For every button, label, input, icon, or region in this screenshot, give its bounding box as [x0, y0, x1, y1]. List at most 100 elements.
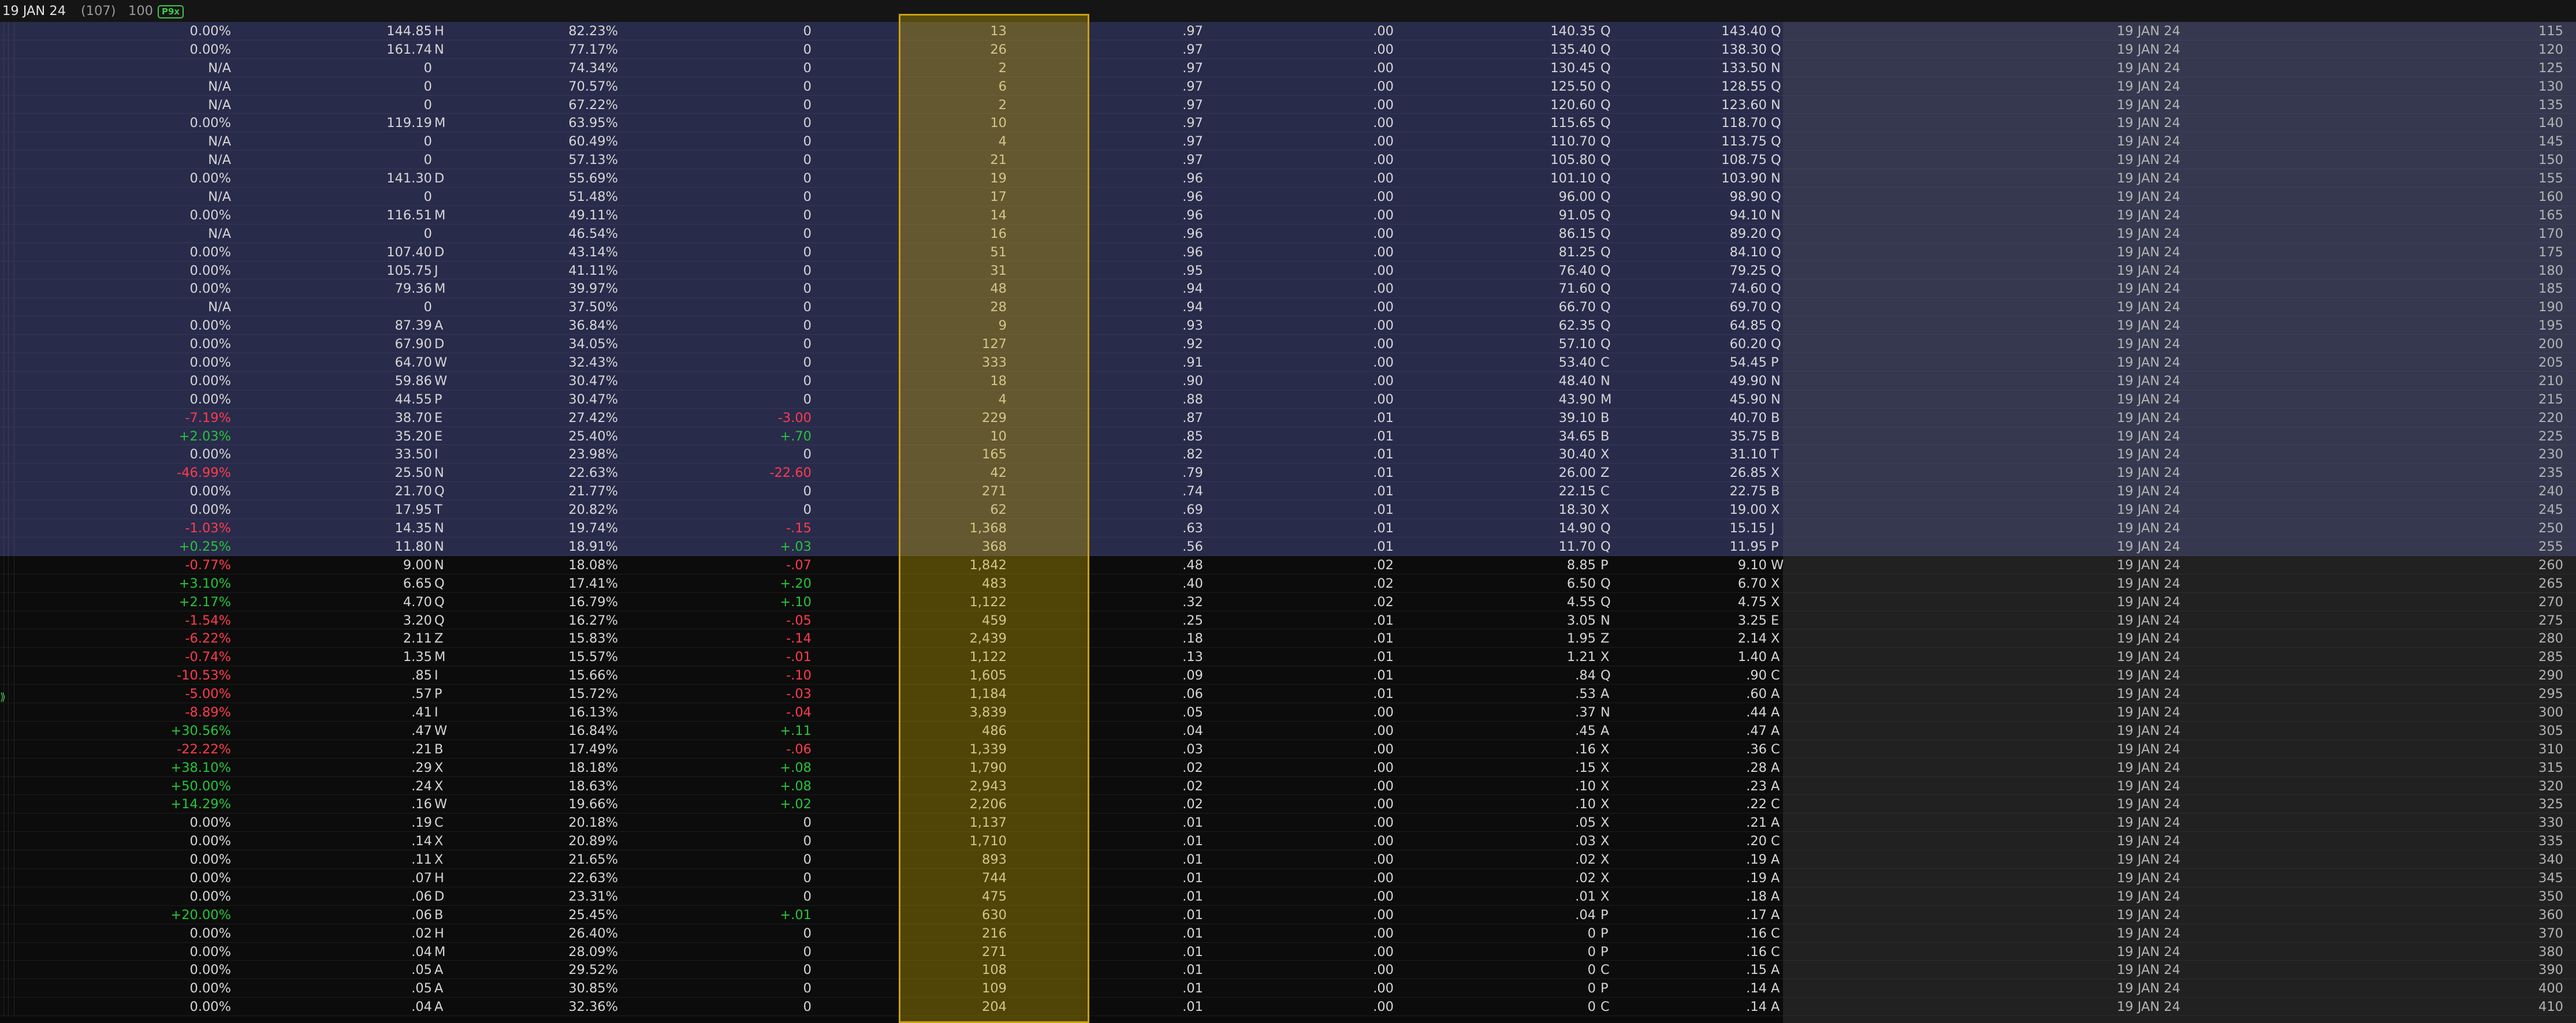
bid-price-cell[interactable]: 18.30: [1559, 502, 1596, 517]
ask-price-cell[interactable]: .16: [1746, 944, 1767, 959]
bid-price-cell[interactable]: 66.70: [1559, 300, 1596, 315]
table-row[interactable]: 0.00% 44.55 P 30.47% 0 4 .88 .00 43.90 M 45.90 N 19 …: [0, 390, 2576, 409]
ask-price-cell[interactable]: 108.75: [1721, 152, 1767, 167]
table-row[interactable]: +50.00% .24 X 18.63% +.08 2,943.02.00.10 X .23 A…: [0, 776, 2576, 796]
ask-price-cell[interactable]: 113.75: [1721, 134, 1767, 149]
ask-price-cell[interactable]: 1.40: [1738, 649, 1767, 664]
bid-price-cell[interactable]: 26.00: [1559, 465, 1596, 480]
table-row[interactable]: N/A 0 67.22% 0 2 .97 .00 120.60 Q 123.60 N 19 JAN 2…: [0, 95, 2576, 114]
table-row[interactable]: 0.00% 141.30 D 55.69% 0 19 .96 .00 101.10 Q 103.90…: [0, 169, 2576, 188]
ask-price-cell[interactable]: 94.10: [1730, 208, 1767, 223]
table-row[interactable]: -22.22% .21 B 17.49% -.06 1,339 .03 .00 .16 X .36 C…: [0, 740, 2576, 759]
ask-price-cell[interactable]: .90: [1746, 668, 1767, 683]
bid-price-cell[interactable]: 86.15: [1559, 226, 1596, 241]
table-row[interactable]: 0.00% 64.70 W 32.43% 0 333 .91 .00 53.40 C 54.45 P 1…: [0, 353, 2576, 372]
table-row[interactable]: N/A 0 74.34% 0 2 .97 .00 130.45 Q 133.50 N 19 JAN 2…: [0, 58, 2576, 77]
table-row[interactable]: -46.99% 25.50 N 22.63% -22.60 42 .79 .01 26.00 Z 2…: [0, 464, 2576, 483]
bid-price-cell[interactable]: 91.05: [1559, 208, 1596, 223]
bid-price-cell[interactable]: 101.10: [1550, 171, 1596, 186]
ask-price-cell[interactable]: 4.75: [1738, 595, 1767, 610]
bid-price-cell[interactable]: .02: [1575, 871, 1596, 886]
ask-price-cell[interactable]: 22.75: [1730, 484, 1767, 499]
bid-price-cell[interactable]: 140.35: [1550, 24, 1596, 39]
bid-price-cell[interactable]: 48.40: [1559, 374, 1596, 389]
table-row[interactable]: N/A 0 51.48% 0 17 .96 .00 96.00 Q 98.90 Q 19 JAN 24…: [0, 188, 2576, 206]
ask-price-cell[interactable]: 6.70: [1738, 576, 1767, 591]
ask-price-cell[interactable]: 74.60: [1730, 281, 1767, 296]
ask-price-cell[interactable]: 2.14: [1738, 631, 1767, 646]
ask-price-cell[interactable]: .19: [1746, 852, 1767, 867]
table-row[interactable]: 0.00% 161.74 N 77.17% 0 26 .97 .00 135.40 Q 138.30…: [0, 40, 2576, 59]
table-row[interactable]: +38.10% .29 X 18.18% +.08 1,790.02.00.15 X .28 A…: [0, 758, 2576, 777]
bid-price-cell[interactable]: .84: [1575, 668, 1596, 683]
ask-price-cell[interactable]: .21: [1746, 815, 1767, 830]
ask-price-cell[interactable]: 103.90: [1721, 171, 1767, 186]
bid-price-cell[interactable]: .10: [1575, 797, 1596, 812]
bid-price-cell[interactable]: 0: [1588, 926, 1596, 941]
bid-price-cell[interactable]: 0: [1588, 962, 1596, 977]
bid-price-cell[interactable]: 115.65: [1550, 115, 1596, 130]
bid-price-cell[interactable]: 110.70: [1550, 134, 1596, 149]
bid-price-cell[interactable]: 4.55: [1567, 595, 1596, 610]
table-row[interactable]: 0.00% 21.70 Q 21.77% 0 271 .74 .01 22.15 C 22.75 B 1…: [0, 482, 2576, 501]
bid-price-cell[interactable]: 1.95: [1567, 631, 1596, 646]
ask-price-cell[interactable]: 128.55: [1721, 79, 1767, 94]
bid-price-cell[interactable]: 30.40: [1559, 447, 1596, 462]
bid-price-cell[interactable]: 6.50: [1567, 576, 1596, 591]
bid-price-cell[interactable]: .15: [1575, 760, 1596, 775]
option-chain-expiration-header[interactable]: 19 JAN 24 (107) 100 P9x: [0, 0, 2576, 23]
ask-price-cell[interactable]: .19: [1746, 871, 1767, 886]
bid-price-cell[interactable]: 125.50: [1550, 79, 1596, 94]
table-row[interactable]: -5.00% .57 P 15.72% -.03 1,184 .06 .01 .53 A .60 A 1…: [0, 685, 2576, 703]
ask-price-cell[interactable]: 64.85: [1730, 318, 1767, 333]
ask-price-cell[interactable]: .60: [1746, 686, 1767, 701]
table-row[interactable]: 0.00% 116.51 M 49.11% 0 14 .96 .00 91.05 Q 94.10 N 1…: [0, 206, 2576, 225]
bid-price-cell[interactable]: 62.35: [1559, 318, 1596, 333]
bid-price-cell[interactable]: .02: [1575, 852, 1596, 867]
ask-price-cell[interactable]: .18: [1746, 889, 1767, 904]
ask-price-cell[interactable]: 98.90: [1730, 189, 1767, 204]
table-row[interactable]: N/A 0 57.13% 0 21 .97 .00 105.80 Q 108.75 Q 19 JAN …: [0, 151, 2576, 170]
table-row[interactable]: 0.00% .11 X 21.65% 0 893.01.00.02 X .19 A 19 JAN …: [0, 850, 2576, 869]
bid-price-cell[interactable]: 76.40: [1559, 263, 1596, 278]
bid-price-cell[interactable]: .04: [1575, 908, 1596, 923]
bid-price-cell[interactable]: .37: [1575, 705, 1596, 720]
ask-price-cell[interactable]: 133.50: [1721, 61, 1767, 76]
table-row[interactable]: -6.22% 2.11 Z 15.83% -.14 2,439.18.01 1.95 Z 2.1…: [0, 629, 2576, 648]
bid-price-cell[interactable]: 120.60: [1550, 98, 1596, 113]
table-row[interactable]: N/A 0 70.57% 0 6 .97 .00 125.50 Q 128.55 Q 19 JAN 2…: [0, 77, 2576, 96]
ask-price-cell[interactable]: .44: [1746, 705, 1767, 720]
bid-price-cell[interactable]: 1.21: [1567, 649, 1596, 664]
ask-price-cell[interactable]: 84.10: [1730, 245, 1767, 260]
bid-price-cell[interactable]: 53.40: [1559, 355, 1596, 370]
table-row[interactable]: 0.00% 119.19 M 63.95% 0 10 .97 .00 115.65 Q 118.70…: [0, 114, 2576, 133]
ask-price-cell[interactable]: 35.75: [1730, 429, 1767, 444]
table-row[interactable]: 0.00% .19 C 20.18% 0 1,137 .01 .00 .05 X .21 A 19 JA…: [0, 813, 2576, 832]
table-row[interactable]: 0.00% 87.39 A 36.84% 0 9 .93 .00 62.35 Q 64.85 Q 19 …: [0, 316, 2576, 335]
bid-price-cell[interactable]: 0: [1588, 944, 1596, 959]
table-row[interactable]: 0.00% .04 M 28.09% 0 271.01.00 0 P .16 C 19 JAN 24…: [0, 942, 2576, 961]
table-row[interactable]: 0.00% .04 A 32.36% 0 204.01.00 0 C .14 A 19 JAN 24…: [0, 998, 2576, 1017]
table-row[interactable]: -8.89% .41 I 16.13% -.04 3,839 .05 .00 .37 N .44 A 1…: [0, 703, 2576, 722]
ask-price-cell[interactable]: .20: [1746, 834, 1767, 849]
table-row[interactable]: 0.00% .02 H 26.40% 0 216.01.00 0 P .16 C 19 JAN 24…: [0, 924, 2576, 943]
ask-price-cell[interactable]: 123.60: [1721, 98, 1767, 113]
bid-price-cell[interactable]: 0: [1588, 981, 1596, 996]
ask-price-cell[interactable]: 3.25: [1738, 613, 1767, 628]
table-row[interactable]: 0.00% .06 D 23.31% 0 475 .01 .00 .01 X .18 A 19 JAN …: [0, 887, 2576, 906]
ask-price-cell[interactable]: 15.15: [1730, 521, 1767, 536]
table-row[interactable]: N/A 0 46.54% 0 16 .96 .00 86.15 Q 89.20 Q 19 JAN 24…: [0, 224, 2576, 243]
table-row[interactable]: 0.00% 107.40 D 43.14% 0 51 .96 .00 81.25 Q 84.10 Q 1…: [0, 242, 2576, 262]
bid-price-cell[interactable]: .53: [1575, 686, 1596, 701]
bid-price-cell[interactable]: .05: [1575, 815, 1596, 830]
ask-price-cell[interactable]: .15: [1746, 962, 1767, 977]
bid-price-cell[interactable]: .16: [1575, 742, 1596, 757]
bid-price-cell[interactable]: 135.40: [1550, 42, 1596, 57]
ask-price-cell[interactable]: 118.70: [1721, 115, 1767, 130]
table-row[interactable]: 0.00% 105.75 J 41.11% 0 31 .95 .00 76.40 Q 79.25 Q 1…: [0, 261, 2576, 280]
ask-price-cell[interactable]: .16: [1746, 926, 1767, 941]
bid-price-cell[interactable]: .45: [1575, 723, 1596, 738]
ask-price-cell[interactable]: .17: [1746, 908, 1767, 923]
bid-price-cell[interactable]: 43.90: [1559, 392, 1596, 407]
ask-price-cell[interactable]: 19.00: [1730, 502, 1767, 517]
